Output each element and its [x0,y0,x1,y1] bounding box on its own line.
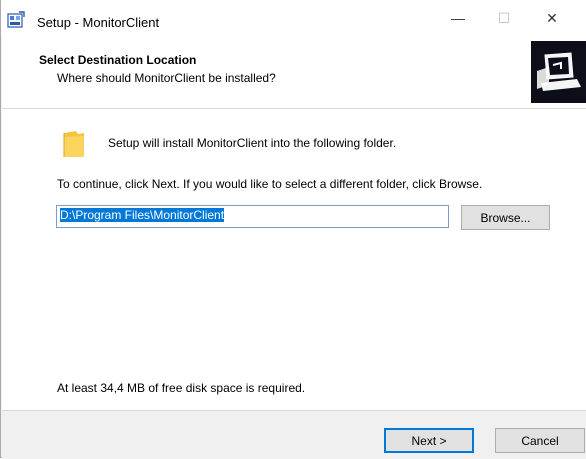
wizard-content: Setup will install MonitorClient into th… [2,109,586,410]
title-bar[interactable]: Setup - MonitorClient — ☐ ✕ [1,0,586,36]
cancel-button[interactable]: Cancel [495,428,585,453]
next-button[interactable]: Next > [384,428,474,453]
page-subtitle: Where should MonitorClient be installed? [57,71,276,85]
folder-icon [63,131,84,157]
wizard-footer: Next > Cancel [2,410,586,459]
setup-app-icon [7,11,25,28]
destination-path-value: D:\Program Files\MonitorClient [60,208,225,222]
browse-button[interactable]: Browse... [461,205,550,230]
destination-path-input[interactable]: D:\Program Files\MonitorClient [56,205,449,228]
page-title: Select Destination Location [39,53,197,67]
disk-space-text: At least 34,4 MB of free disk space is r… [57,381,306,395]
close-button[interactable]: ✕ [529,0,575,36]
computer-install-icon [531,41,586,103]
instruction-text: To continue, click Next. If you would li… [57,177,483,191]
minimize-icon: — [451,10,465,26]
minimize-button[interactable]: — [435,0,481,36]
setup-window: Setup - MonitorClient — ☐ ✕ Select Desti… [0,0,586,459]
maximize-icon: ☐ [497,9,511,26]
maximize-button[interactable]: ☐ [481,0,527,36]
wizard-header: Select Destination Location Where should… [2,36,586,109]
intro-text: Setup will install MonitorClient into th… [108,136,397,150]
close-icon: ✕ [546,9,558,26]
window-title: Setup - MonitorClient [37,15,160,30]
